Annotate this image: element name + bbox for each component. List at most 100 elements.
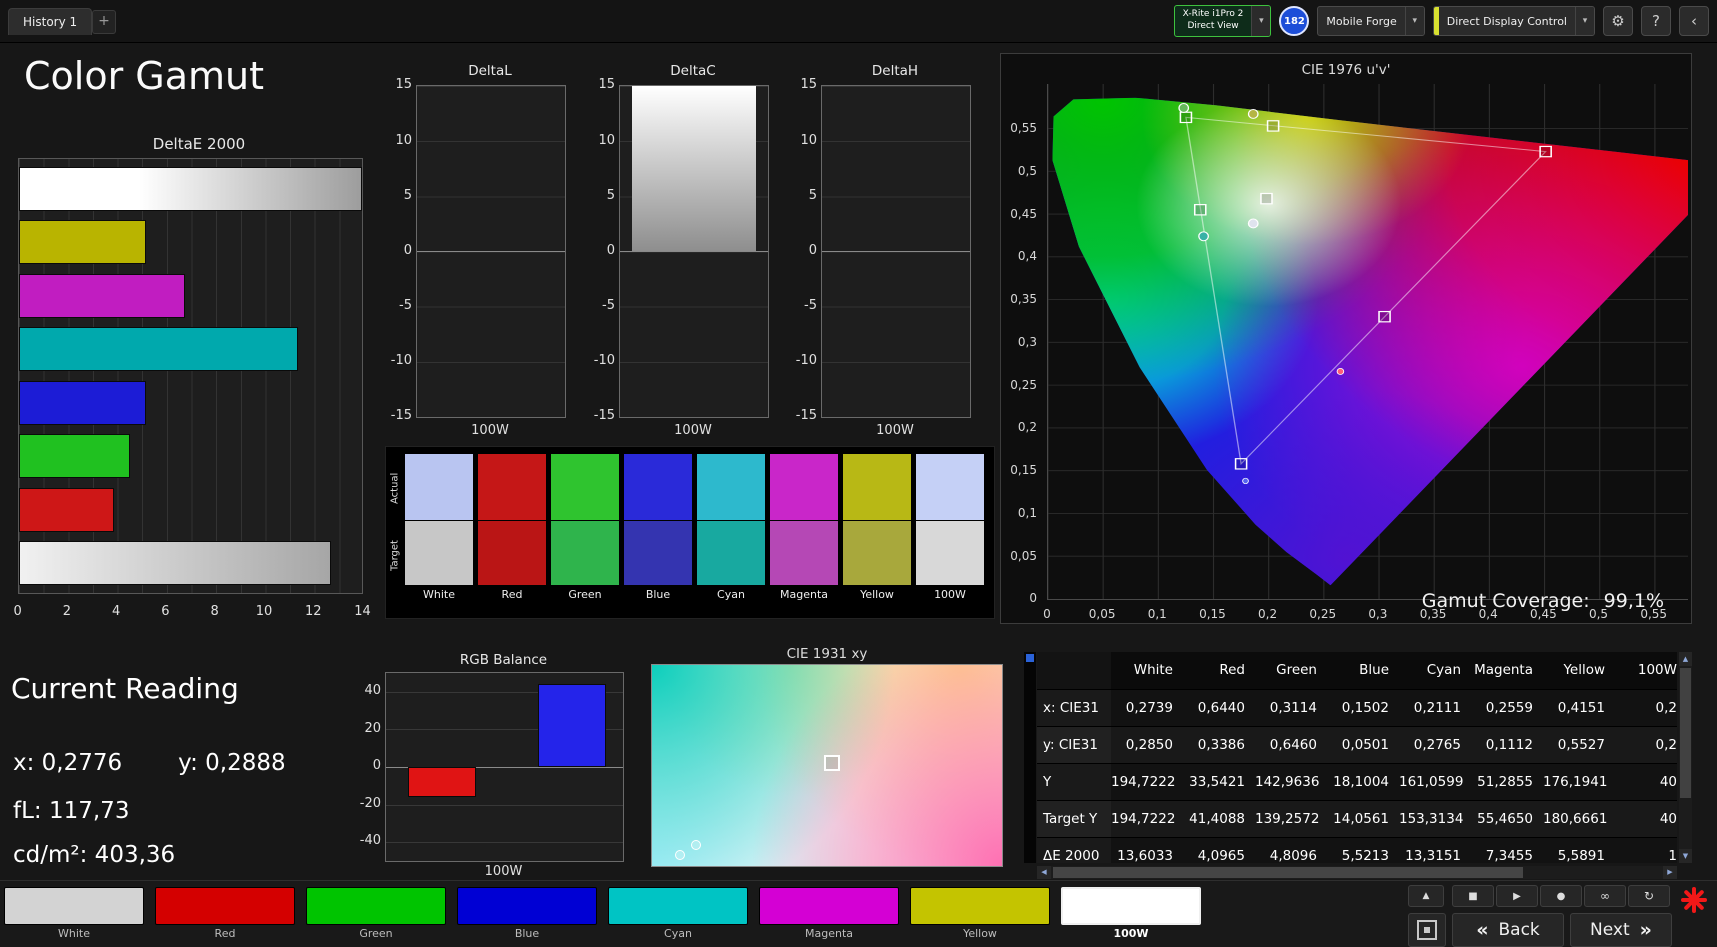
gridline bbox=[386, 842, 623, 844]
help-button[interactable]: ? bbox=[1641, 6, 1671, 36]
axis-tick-label: 8 bbox=[210, 604, 219, 619]
play-button[interactable]: ▶ bbox=[1496, 885, 1538, 907]
patch-label: White bbox=[58, 927, 90, 940]
swatch-compare-panel: Actual Target White Red Green Blue Cyan … bbox=[385, 446, 995, 619]
cie-1931-title: CIE 1931 xy bbox=[786, 646, 868, 662]
chevron-up-icon: ▲ bbox=[1422, 891, 1430, 901]
table-cell: 139,2572 bbox=[1255, 811, 1320, 827]
table-cell: 41,4088 bbox=[1189, 811, 1245, 827]
test-patch[interactable]: White bbox=[4, 887, 144, 940]
workflow-selector[interactable]: Mobile Forge ▾ bbox=[1317, 6, 1425, 36]
test-patch[interactable]: Yellow bbox=[910, 887, 1050, 940]
swatch-label: Cyan bbox=[717, 588, 745, 601]
axis-tick-label: 5 bbox=[403, 187, 412, 203]
test-patch[interactable]: Red bbox=[155, 887, 295, 940]
swatch-column: Blue bbox=[624, 454, 692, 601]
chevron-down-icon[interactable]: ▾ bbox=[1404, 7, 1424, 35]
tab-history-1[interactable]: History 1 bbox=[8, 8, 93, 35]
scroll-up-icon[interactable]: ▲ bbox=[1679, 652, 1692, 666]
meter-selector[interactable]: X-Rite i1Pro 2 Direct View ▾ bbox=[1173, 5, 1272, 37]
patch-color[interactable] bbox=[1061, 887, 1201, 925]
collapse-panel-button[interactable]: ‹ bbox=[1679, 6, 1709, 36]
column-header: Green bbox=[1276, 662, 1317, 678]
axis-tick-label: 0,05 bbox=[1088, 607, 1116, 621]
delta-l-title: DeltaL bbox=[468, 63, 512, 79]
meter-count-badge: 182 bbox=[1279, 6, 1310, 36]
chevron-down-icon[interactable]: ▾ bbox=[1251, 6, 1271, 36]
column-header: Yellow bbox=[1563, 662, 1605, 678]
patch-color[interactable] bbox=[608, 887, 748, 925]
new-tab-button[interactable]: + bbox=[92, 10, 116, 34]
table-header-row: White Red Green Blue Cyan Magenta Yellow… bbox=[1037, 652, 1677, 690]
patch-color[interactable] bbox=[457, 887, 597, 925]
axis-tick-label: 0,25 bbox=[1309, 607, 1337, 621]
swatch-column: Yellow bbox=[843, 454, 911, 601]
actual-swatch bbox=[478, 454, 546, 520]
back-label: Back bbox=[1498, 920, 1540, 940]
loop-button[interactable]: ∞ bbox=[1584, 885, 1626, 907]
target-row-label: Target bbox=[389, 540, 401, 572]
actual-swatch bbox=[770, 454, 838, 520]
double-chevron-left-icon: « bbox=[1476, 919, 1489, 941]
swatch-columns: White Red Green Blue Cyan Magenta Yellow… bbox=[405, 454, 984, 601]
zero-line bbox=[417, 251, 565, 252]
table-row: Y 194,7222 33,5421 142,9636 18,1004 161,… bbox=[1037, 764, 1677, 801]
delta-e-bar bbox=[19, 434, 131, 479]
test-patch[interactable]: Blue bbox=[457, 887, 597, 940]
stop-button[interactable]: ■ bbox=[1452, 885, 1494, 907]
refresh-button[interactable]: ↻ bbox=[1628, 885, 1670, 907]
swatch-label: Yellow bbox=[860, 588, 894, 601]
scroll-right-icon[interactable]: ▶ bbox=[1663, 866, 1677, 879]
row-label: Target Y bbox=[1037, 801, 1111, 837]
axis-tick-label: 0,4 bbox=[1017, 249, 1037, 264]
next-button[interactable]: Next » bbox=[1570, 913, 1672, 947]
scrollbar-thumb[interactable] bbox=[1680, 668, 1691, 798]
delta-c-chart bbox=[619, 85, 769, 418]
cie-1931-diagram bbox=[651, 664, 1003, 867]
table-cell: 5,5891 bbox=[1557, 848, 1605, 863]
table-cell: 4,8096 bbox=[1269, 848, 1317, 863]
patch-color[interactable] bbox=[4, 887, 144, 925]
swatch-label: 100W bbox=[934, 588, 966, 601]
table-cell: 18,1004 bbox=[1333, 774, 1389, 790]
stop-measure-button[interactable] bbox=[1408, 913, 1446, 947]
scroll-down-icon[interactable]: ▼ bbox=[1679, 849, 1692, 863]
axis-tick-label: -5 bbox=[804, 298, 817, 314]
scroll-left-icon[interactable]: ◀ bbox=[1037, 866, 1051, 879]
axis-tick-label: 6 bbox=[161, 604, 170, 619]
measurement-table: White Red Green Blue Cyan Magenta Yellow… bbox=[1037, 652, 1677, 863]
axis-tick-label: 10 bbox=[395, 132, 412, 148]
chevron-left-icon: ‹ bbox=[1691, 12, 1697, 30]
column-header: Magenta bbox=[1474, 662, 1533, 678]
settings-button[interactable]: ⚙ bbox=[1603, 6, 1633, 36]
delta-h-y-axis: 15 10 5 0 -5 -10 -15 bbox=[783, 57, 817, 443]
patch-label: Magenta bbox=[804, 927, 853, 940]
column-header bbox=[1037, 652, 1111, 689]
delta-c-title: DeltaC bbox=[670, 63, 716, 79]
next-label: Next bbox=[1590, 920, 1630, 940]
axis-tick-label: -5 bbox=[602, 298, 615, 314]
table-horizontal-scrollbar[interactable]: ◀ ▶ bbox=[1037, 866, 1677, 879]
record-button[interactable]: ● bbox=[1540, 885, 1582, 907]
display-control-selector[interactable]: Direct Display Control ▾ bbox=[1432, 6, 1595, 36]
patch-color[interactable] bbox=[759, 887, 899, 925]
patch-label: Blue bbox=[514, 927, 540, 940]
test-patch[interactable]: Cyan bbox=[608, 887, 748, 940]
test-patch[interactable]: 100W bbox=[1061, 887, 1201, 940]
test-patch[interactable]: Green bbox=[306, 887, 446, 940]
table-vertical-scrollbar[interactable]: ▲ ▼ bbox=[1679, 652, 1692, 863]
table-cell: 0,1112 bbox=[1485, 737, 1533, 753]
patch-color[interactable] bbox=[910, 887, 1050, 925]
scrollbar-thumb[interactable] bbox=[1053, 867, 1523, 878]
patch-color[interactable] bbox=[155, 887, 295, 925]
page-title: Color Gamut bbox=[24, 54, 265, 98]
patch-color[interactable] bbox=[306, 887, 446, 925]
table-cell: 0,2 bbox=[1655, 700, 1677, 716]
delta-c-x-label: 100W bbox=[674, 423, 712, 438]
target-swatch bbox=[551, 521, 619, 585]
collapse-transport-button[interactable]: ▲ bbox=[1408, 885, 1444, 907]
test-patch[interactable]: Magenta bbox=[759, 887, 899, 940]
back-button[interactable]: « Back bbox=[1452, 913, 1564, 947]
reading-cdm2: cd/m²: 403,36 bbox=[13, 842, 176, 868]
chevron-down-icon[interactable]: ▾ bbox=[1575, 7, 1594, 35]
